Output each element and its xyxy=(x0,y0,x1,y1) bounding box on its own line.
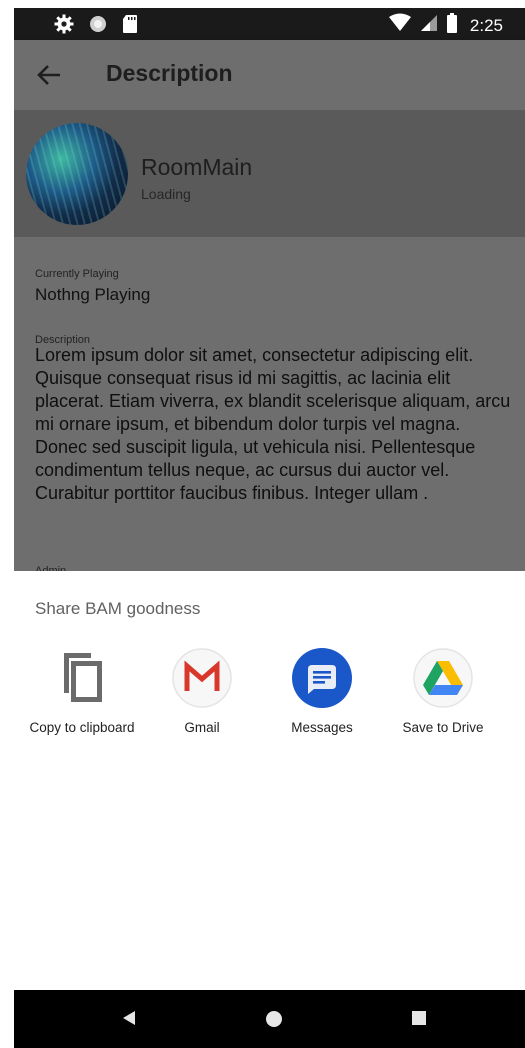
share-target-label: Gmail xyxy=(184,720,220,735)
wifi-icon xyxy=(388,13,412,38)
gmail-icon xyxy=(171,647,233,709)
sd-card-icon xyxy=(122,14,138,39)
room-header: RoomMain Loading xyxy=(14,110,525,237)
currently-playing-value: Nothng Playing xyxy=(35,285,151,304)
share-target-label: Save to Drive xyxy=(402,720,484,735)
gear-icon xyxy=(54,14,74,39)
description-text: Lorem ipsum dolor sit amet, consectetur … xyxy=(35,345,511,503)
share-target-messages[interactable]: Messages xyxy=(262,647,382,737)
share-target-drive[interactable]: Save to Drive xyxy=(383,647,503,737)
share-target-gmail[interactable]: Gmail xyxy=(142,647,262,737)
sync-circle-icon xyxy=(88,14,108,39)
currently-playing-label: Currently Playing xyxy=(35,268,119,280)
phone-screen: 2:25 Description RoomMain Loading Curren… xyxy=(14,8,525,1048)
share-sheet-title: Share BAM goodness xyxy=(35,599,201,618)
copy-icon xyxy=(51,647,113,709)
room-status: Loading xyxy=(141,186,191,202)
share-sheet: Share BAM goodness Copy to clipboard Gma… xyxy=(14,571,525,991)
room-avatar xyxy=(26,123,128,225)
nav-home-icon[interactable] xyxy=(266,1011,282,1027)
room-name: RoomMain xyxy=(141,154,253,180)
nav-back-icon[interactable] xyxy=(122,1010,136,1031)
share-target-label: Messages xyxy=(291,720,353,735)
status-time: 2:25 xyxy=(469,15,503,35)
app-bar: Description xyxy=(14,40,525,110)
status-bar: 2:25 xyxy=(14,8,525,40)
share-target-label: Copy to clipboard xyxy=(29,720,135,735)
cell-signal-icon xyxy=(420,13,438,38)
share-target-copy[interactable]: Copy to clipboard xyxy=(22,647,142,737)
drive-icon xyxy=(412,647,474,709)
navigation-bar xyxy=(14,990,525,1048)
room-details: Currently Playing Nothng Playing Descrip… xyxy=(14,237,525,577)
page-title: Description xyxy=(106,60,233,86)
arrow-left-icon[interactable] xyxy=(36,62,62,88)
nav-recent-icon[interactable] xyxy=(412,1011,426,1025)
messages-icon xyxy=(291,647,353,709)
battery-icon xyxy=(446,12,458,39)
